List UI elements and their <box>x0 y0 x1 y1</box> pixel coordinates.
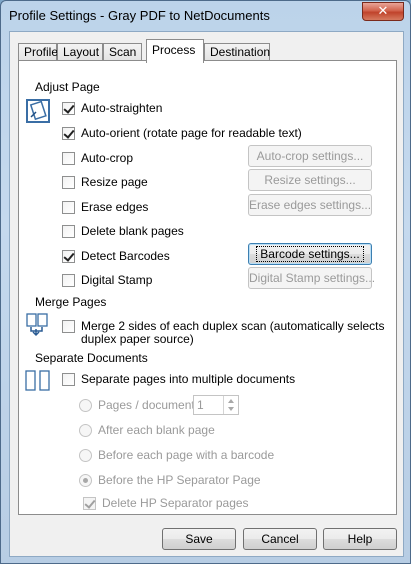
delete-blank-option[interactable]: Delete blank pages <box>62 222 184 240</box>
separate-pages-checkbox[interactable] <box>62 372 75 386</box>
separate-pages-label: Separate pages into multiple documents <box>81 372 296 386</box>
auto-crop-label: Auto-crop <box>81 151 134 165</box>
after-blank-option[interactable]: After each blank page <box>79 421 215 439</box>
after-blank-label: After each blank page <box>98 423 215 437</box>
separate-pages-option[interactable]: Separate pages into multiple documents <box>62 370 295 388</box>
dialog-body: Profile Layout Scan Process Destination … <box>9 31 404 557</box>
window-title: Profile Settings - Gray PDF to NetDocume… <box>9 8 270 23</box>
auto-straighten-option[interactable]: Auto-straighten <box>62 99 162 117</box>
auto-orient-checkbox[interactable] <box>62 126 75 140</box>
resize-settings-button[interactable]: Resize settings... <box>248 169 372 191</box>
merge-pages-icon <box>26 313 48 337</box>
spinner-up-icon[interactable] <box>228 399 234 403</box>
pages-per-document-spinner[interactable]: 1 <box>193 395 239 415</box>
digital-stamp-settings-button[interactable]: Digital Stamp settings... <box>248 267 375 289</box>
barcode-settings-label: Barcode settings... <box>256 246 364 262</box>
auto-orient-label: Auto-orient (rotate page for readable te… <box>81 126 302 140</box>
digital-stamp-checkbox[interactable] <box>62 273 75 287</box>
separate-documents-label: Separate Documents <box>35 351 152 365</box>
save-button[interactable]: Save <box>162 528 236 550</box>
before-hp-separator-radio[interactable] <box>79 473 92 487</box>
delete-blank-label: Delete blank pages <box>81 224 184 238</box>
adjust-page-label: Adjust Page <box>35 80 104 94</box>
detect-barcodes-option[interactable]: Detect Barcodes <box>62 247 170 265</box>
digital-stamp-label: Digital Stamp <box>81 273 153 287</box>
barcode-settings-button[interactable]: Barcode settings... <box>248 243 372 265</box>
erase-edges-settings-button[interactable]: Erase edges settings... <box>248 194 372 216</box>
pages-per-document-value: 1 <box>197 398 204 412</box>
merge-duplex-checkbox[interactable] <box>62 319 75 333</box>
before-barcode-option[interactable]: Before each page with a barcode <box>79 446 274 464</box>
auto-crop-checkbox[interactable] <box>62 151 75 165</box>
before-hp-separator-label: Before the HP Separator Page <box>98 473 261 487</box>
before-barcode-label: Before each page with a barcode <box>98 448 275 462</box>
resize-page-label: Resize page <box>81 175 148 189</box>
adjust-page-icon <box>26 99 50 123</box>
auto-crop-option[interactable]: Auto-crop <box>62 149 133 167</box>
tab-process[interactable]: Process <box>146 39 204 63</box>
erase-edges-option[interactable]: Erase edges <box>62 198 148 216</box>
erase-edges-checkbox[interactable] <box>62 200 75 214</box>
resize-page-option[interactable]: Resize page <box>62 173 148 191</box>
merge-duplex-label-line2: duplex paper source) <box>81 332 194 346</box>
detect-barcodes-checkbox[interactable] <box>62 249 75 263</box>
detect-barcodes-label: Detect Barcodes <box>81 249 170 263</box>
pages-per-document-option[interactable]: Pages / document: <box>79 396 198 414</box>
spinner-arrows[interactable] <box>223 396 238 414</box>
before-hp-separator-option[interactable]: Before the HP Separator Page <box>79 471 261 489</box>
digital-stamp-option[interactable]: Digital Stamp <box>62 271 152 289</box>
help-button[interactable]: Help <box>323 528 397 550</box>
spinner-down-icon[interactable] <box>228 407 234 411</box>
delete-blank-checkbox[interactable] <box>62 224 75 238</box>
before-barcode-radio[interactable] <box>79 448 92 462</box>
close-button[interactable]: ✕ <box>362 2 404 21</box>
process-tab-panel: Adjust Page Auto-straighten Auto-orient … <box>18 60 397 515</box>
auto-orient-option[interactable]: Auto-orient (rotate page for readable te… <box>62 124 302 142</box>
separate-documents-icon <box>25 370 50 391</box>
after-blank-radio[interactable] <box>79 423 92 437</box>
title-bar[interactable]: Profile Settings - Gray PDF to NetDocume… <box>1 1 410 31</box>
merge-pages-label: Merge Pages <box>35 295 111 309</box>
pages-per-document-label: Pages / document: <box>98 398 199 412</box>
pages-per-document-radio[interactable] <box>79 398 92 412</box>
auto-straighten-checkbox[interactable] <box>62 101 75 115</box>
profile-settings-window: Profile Settings - Gray PDF to NetDocume… <box>0 0 411 564</box>
delete-hp-separator-checkbox[interactable] <box>83 496 96 510</box>
merge-duplex-label-line1: Merge 2 sides of each duplex scan (autom… <box>81 319 385 333</box>
auto-crop-settings-button[interactable]: Auto-crop settings... <box>248 145 372 167</box>
cancel-button[interactable]: Cancel <box>243 528 317 550</box>
delete-hp-separator-option[interactable]: Delete HP Separator pages <box>83 494 249 512</box>
erase-edges-label: Erase edges <box>81 200 149 214</box>
delete-hp-separator-label: Delete HP Separator pages <box>102 496 249 510</box>
resize-page-checkbox[interactable] <box>62 175 75 189</box>
auto-straighten-label: Auto-straighten <box>81 101 163 115</box>
